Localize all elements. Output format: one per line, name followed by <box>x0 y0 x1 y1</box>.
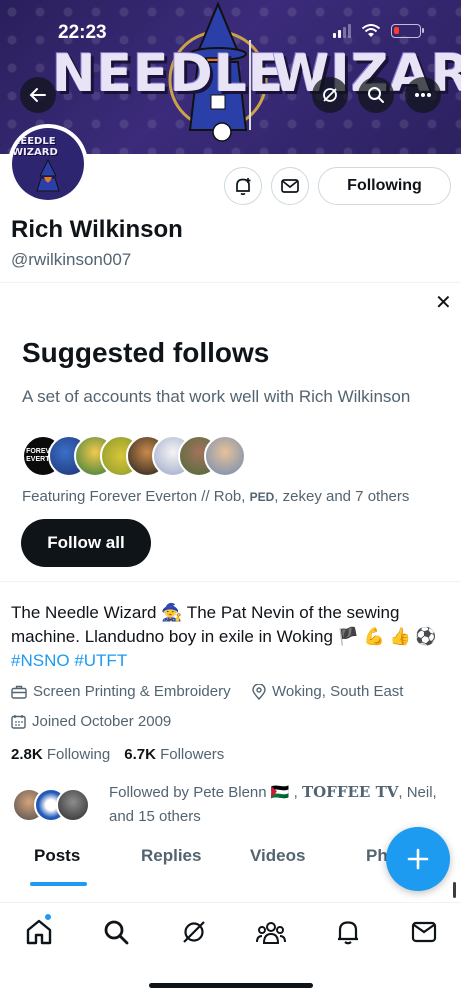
followed-by-toffee: TOFFEE TV <box>301 783 399 801</box>
profile-category: Screen Printing & Embroidery <box>11 683 231 700</box>
divider <box>0 581 461 582</box>
tab-posts[interactable]: Posts <box>34 846 80 866</box>
banner-title-left: NEEDLE <box>52 44 285 104</box>
category-text: Screen Printing & Embroidery <box>33 683 231 700</box>
following-button[interactable]: Following <box>318 167 451 205</box>
search-profile-button[interactable] <box>358 77 394 113</box>
status-time: 22:23 <box>58 22 107 43</box>
divider <box>0 282 461 283</box>
followers-stat[interactable]: 6.7K Followers <box>124 746 224 763</box>
nav-grok[interactable] <box>179 917 209 947</box>
display-name: Rich Wilkinson <box>11 216 183 243</box>
featuring-ped: PED <box>249 490 275 504</box>
featuring-suffix: , zekey and 7 others <box>274 488 410 505</box>
nav-messages[interactable] <box>409 917 439 947</box>
plus-icon <box>407 848 429 870</box>
hashtag-link[interactable]: #UTFT <box>74 651 127 670</box>
avatar-logo-text: NEEDLE WIZARD <box>12 136 58 158</box>
tab-videos[interactable]: Videos <box>250 846 305 866</box>
profile-location: Woking, South East <box>252 683 403 700</box>
notifications-subscribe-button[interactable] <box>224 167 262 205</box>
suggested-avatars[interactable]: FOREVER EVERTON <box>22 435 246 477</box>
envelope-icon <box>281 179 299 193</box>
joined-text: Joined October 2009 <box>32 713 172 730</box>
suggested-follows-title: Suggested follows <box>22 337 270 368</box>
nav-notifications[interactable] <box>333 917 363 947</box>
cellular-signal-icon <box>333 24 351 38</box>
grok-icon <box>323 88 337 102</box>
grok-button[interactable] <box>312 77 348 113</box>
featuring-prefix: Featuring Forever Everton // Rob, <box>22 488 250 505</box>
home-notification-dot <box>44 913 52 921</box>
location-text: Woking, South East <box>272 683 404 700</box>
scrollbar[interactable] <box>453 882 456 898</box>
followers-count: 6.7K <box>124 746 156 763</box>
suggested-follows-subtitle: A set of accounts that work well with Ri… <box>22 387 411 406</box>
more-options-button[interactable] <box>405 77 441 113</box>
dismiss-suggestions-button[interactable]: ✕ <box>435 290 452 315</box>
hashtag-link[interactable]: #NSNO <box>11 651 70 670</box>
following-stat[interactable]: 2.8K Following <box>11 746 110 763</box>
nav-search[interactable] <box>101 917 131 947</box>
followed-by-prefix: Followed by Pete Blenn 🇵🇸 , <box>109 784 302 801</box>
following-count: 2.8K <box>11 746 43 763</box>
location-pin-icon <box>252 683 266 700</box>
nav-communities[interactable] <box>256 917 286 947</box>
profile-joined: Joined October 2009 <box>11 713 171 730</box>
more-icon <box>415 93 431 97</box>
follow-stats: 2.8K Following 6.7K Followers <box>11 746 224 763</box>
featuring-text: Featuring Forever Everton // Rob, PED, z… <box>22 488 409 505</box>
arrow-left-icon <box>29 88 46 102</box>
bio: The Needle Wizard 🧙 The Pat Nevin of the… <box>11 601 451 673</box>
search-icon <box>104 920 129 945</box>
wifi-icon <box>361 24 381 37</box>
grok-icon <box>183 921 205 943</box>
calendar-icon <box>11 715 26 729</box>
avatar-image: NEEDLE WIZARD <box>12 128 84 200</box>
messages-icon <box>411 921 437 943</box>
followers-label: Followers <box>160 746 225 763</box>
active-tab-indicator <box>30 882 87 886</box>
bio-text: The Needle Wizard 🧙 The Pat Nevin of the… <box>11 603 437 646</box>
status-icons <box>333 24 424 38</box>
handle: @rwilkinson007 <box>11 250 132 269</box>
battery-level <box>394 27 399 34</box>
followed-by-text[interactable]: Followed by Pete Blenn 🇵🇸 , TOFFEE TV, N… <box>109 780 449 829</box>
follow-all-button[interactable]: Follow all <box>21 519 151 567</box>
wizard-logo-icon <box>36 158 60 192</box>
following-label: Following <box>46 746 111 763</box>
compose-post-button[interactable] <box>386 827 450 891</box>
briefcase-icon <box>11 685 27 699</box>
communities-icon <box>256 922 286 944</box>
follower-avatar <box>56 788 90 822</box>
avatar[interactable]: NEEDLE WIZARD <box>8 124 88 204</box>
battery-icon <box>391 24 424 38</box>
suggested-avatar <box>204 435 246 477</box>
search-icon <box>368 87 384 103</box>
notifications-icon <box>338 921 358 945</box>
home-icon <box>26 919 52 945</box>
tab-replies[interactable]: Replies <box>141 846 201 866</box>
nav-home[interactable] <box>24 913 54 947</box>
back-button[interactable] <box>20 77 56 113</box>
message-button[interactable] <box>271 167 309 205</box>
bell-plus-icon <box>236 178 251 196</box>
followed-by-avatars[interactable] <box>12 788 90 822</box>
home-indicator <box>149 983 313 988</box>
